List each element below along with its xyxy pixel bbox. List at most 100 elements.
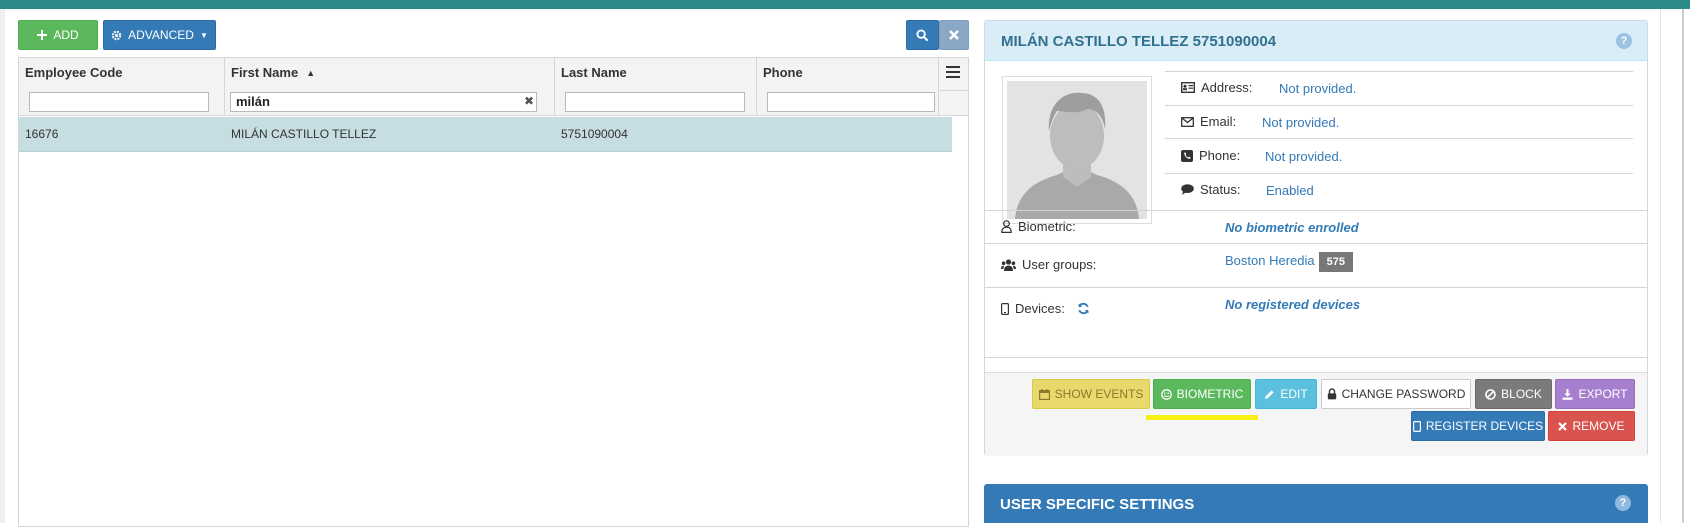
avatar — [1002, 76, 1152, 224]
comment-icon — [1181, 184, 1194, 195]
close-icon — [1558, 421, 1568, 431]
column-label: Phone — [763, 65, 803, 80]
smile-icon — [1160, 388, 1172, 400]
add-button-label: ADD — [53, 28, 79, 42]
phone-label: Phone: — [1181, 148, 1240, 163]
clear-filter-icon[interactable]: ✖ — [524, 94, 534, 108]
email-label-text: Email: — [1200, 114, 1237, 129]
employee-code-filter[interactable] — [29, 92, 209, 112]
last-name-filter[interactable] — [565, 92, 745, 112]
grid-header: Employee Code First Name ▲ milán ✖ Last N… — [19, 58, 968, 116]
biometric-label-text: Biometric: — [1018, 219, 1076, 234]
download-icon — [1562, 388, 1573, 400]
phone-icon — [1181, 149, 1193, 162]
close-icon — [949, 30, 959, 40]
first-name-filter[interactable]: milán — [230, 92, 537, 112]
biometric-button[interactable]: BIOMETRIC — [1153, 379, 1251, 409]
show-events-button[interactable]: SHOW EVENTS — [1032, 379, 1150, 409]
column-employee-code[interactable]: Employee Code — [19, 58, 225, 116]
biometric-label: Biometric: — [1001, 219, 1076, 234]
divider — [985, 243, 1647, 244]
user-group-value: Boston Heredia 575 — [1225, 252, 1353, 272]
address-card-icon — [1181, 82, 1195, 93]
panel-header: MILÁN CASTILLO TELLEZ 5751090004 ? — [985, 21, 1647, 61]
show-events-label: SHOW EVENTS — [1054, 387, 1144, 401]
devices-label: Devices: — [1001, 301, 1090, 316]
add-button[interactable]: ADD — [18, 20, 98, 50]
divider — [1165, 71, 1633, 72]
clear-search-button[interactable] — [939, 20, 969, 50]
remove-button-label: REMOVE — [1572, 419, 1625, 433]
scrollbar[interactable] — [1682, 9, 1684, 523]
export-button[interactable]: EXPORT — [1555, 379, 1635, 409]
column-phone[interactable]: Phone — [757, 58, 939, 116]
envelope-icon — [1181, 116, 1194, 127]
help-icon[interactable]: ? — [1616, 33, 1632, 49]
column-label: Last Name — [561, 65, 627, 80]
change-password-button[interactable]: CHANGE PASSWORD — [1321, 379, 1471, 409]
action-bar: SHOW EVENTS BIOMETRIC EDIT CHANGE PASSWO… — [985, 372, 1647, 456]
block-button[interactable]: BLOCK — [1475, 379, 1552, 409]
cell-employee-code: 16676 — [25, 127, 59, 141]
address-value: Not provided. — [1279, 81, 1357, 96]
users-icon — [1001, 258, 1016, 271]
edit-button-label: EDIT — [1280, 387, 1308, 401]
group-count-badge: 575 — [1318, 252, 1353, 272]
phone-filter[interactable] — [767, 92, 935, 112]
gear-icon — [111, 30, 122, 41]
plus-icon — [37, 30, 48, 40]
mobile-icon — [1412, 420, 1421, 432]
column-last-name[interactable]: Last Name — [555, 58, 757, 116]
edit-button[interactable]: EDIT — [1255, 379, 1317, 409]
employee-detail-panel: MILÁN CASTILLO TELLEZ 5751090004 ? Addre… — [984, 20, 1648, 456]
caret-down-icon: ▼ — [199, 30, 208, 40]
person-silhouette-icon — [1007, 81, 1147, 219]
divider — [985, 287, 1647, 288]
cell-first-name: MILÁN CASTILLO TELLEZ — [231, 127, 377, 141]
register-devices-button[interactable]: REGISTER DEVICES — [1411, 411, 1545, 441]
user-groups-label: User groups: — [1001, 257, 1096, 272]
email-label: Email: — [1181, 114, 1236, 129]
register-devices-label: REGISTER DEVICES — [1425, 419, 1544, 433]
cell-last-name: 5751090004 — [561, 127, 628, 141]
user-settings-panel[interactable]: USER SPECIFIC SETTINGS ? — [984, 484, 1648, 523]
block-button-label: BLOCK — [1501, 387, 1542, 401]
change-password-label: CHANGE PASSWORD — [1341, 387, 1466, 401]
advanced-button-label: ADVANCED — [128, 28, 194, 42]
search-icon — [916, 28, 929, 42]
status-value: Enabled — [1266, 183, 1314, 198]
search-button[interactable] — [906, 20, 939, 50]
biometric-button-label: BIOMETRIC — [1176, 387, 1244, 401]
divider — [985, 210, 1647, 211]
user-group-link[interactable]: Boston Heredia — [1225, 253, 1315, 268]
user-outline-icon — [1001, 220, 1012, 233]
advanced-button[interactable]: ADVANCED ▼ — [103, 20, 216, 50]
table-row[interactable]: 16676 MILÁN CASTILLO TELLEZ 5751090004 — [19, 117, 952, 152]
focus-highlight — [1146, 415, 1258, 420]
refresh-icon[interactable] — [1077, 302, 1090, 315]
remove-button[interactable]: REMOVE — [1548, 411, 1635, 441]
help-icon[interactable]: ? — [1615, 495, 1631, 511]
top-bar — [0, 0, 1690, 9]
divider — [1165, 138, 1633, 139]
column-label: Employee Code — [25, 65, 123, 80]
column-label: First Name — [231, 65, 299, 80]
export-button-label: EXPORT — [1578, 387, 1628, 401]
settings-title: USER SPECIFIC SETTINGS — [1000, 496, 1195, 513]
pencil-icon — [1264, 389, 1275, 400]
employee-title: MILÁN CASTILLO TELLEZ 5751090004 — [1001, 33, 1277, 50]
column-label-wrap: First Name ▲ — [231, 65, 315, 80]
devices-value: No registered devices — [1225, 297, 1361, 312]
lock-icon — [1327, 388, 1337, 400]
sort-ascending-icon[interactable]: ▲ — [306, 68, 315, 78]
hamburger-menu-icon — [946, 65, 960, 83]
email-value: Not provided. — [1262, 115, 1340, 130]
ban-icon — [1485, 388, 1496, 400]
column-first-name[interactable]: First Name ▲ milán ✖ — [225, 58, 555, 116]
phone-value: Not provided. — [1265, 149, 1343, 164]
employee-grid: Employee Code First Name ▲ milán ✖ Last N… — [18, 57, 969, 527]
biometric-value: No biometric enrolled — [1225, 220, 1359, 235]
status-label: Status: — [1181, 182, 1240, 197]
devices-label-text: Devices: — [1015, 301, 1065, 316]
divider — [1165, 173, 1633, 174]
